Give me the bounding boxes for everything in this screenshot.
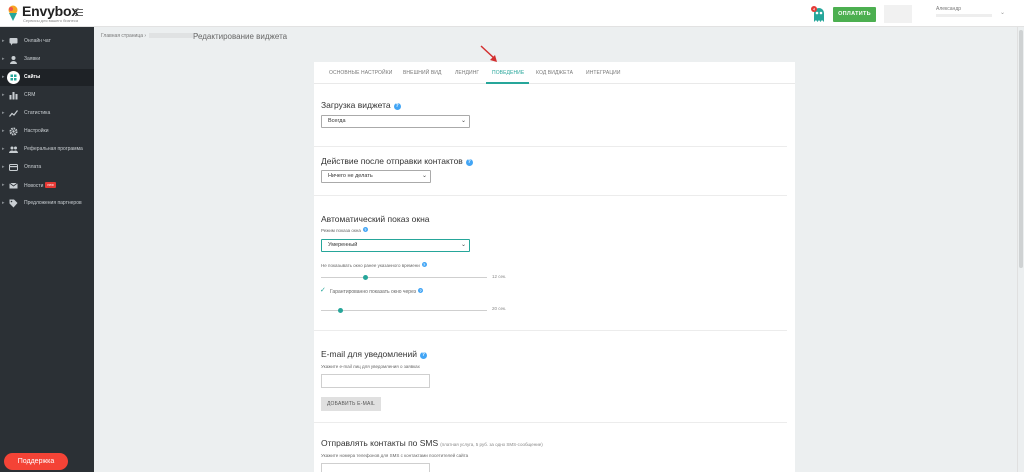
chevron-down-icon: ⌄ <box>460 118 466 124</box>
chart-icon <box>9 110 18 117</box>
new-badge: new <box>45 182 56 188</box>
guaranteed-label: Гарантированно показать окно через? <box>330 288 424 295</box>
sms-note: (платная услуга, 5 руб. за одно SMS-сооб… <box>440 442 543 447</box>
sms-phone-input[interactable] <box>321 463 430 472</box>
sidebar-item-sites[interactable]: ▸ Сайты <box>0 69 94 86</box>
grid-icon <box>7 71 20 84</box>
mode-label: Режим показа окна? <box>321 227 368 233</box>
section-title-auto-show: Автоматический показ окна <box>321 214 430 224</box>
email-input[interactable] <box>321 374 430 388</box>
sidebar-item-news-label: Новости <box>24 183 44 189</box>
support-button[interactable]: Поддержка <box>4 453 68 470</box>
breadcrumb-site[interactable] <box>149 33 194 39</box>
ice-cream-logo-icon <box>8 5 18 21</box>
add-email-button[interactable]: ДОБАВИТЬ E-MAIL <box>321 397 381 411</box>
breadcrumb-home[interactable]: Главная страница <box>101 33 143 39</box>
tab-bar: ОСНОВНЫЕ НАСТРОЙКИ ВНЕШНИЙ ВИД ЛЕНДИНГ П… <box>314 62 795 84</box>
min-time-slider-track[interactable] <box>321 277 487 278</box>
active-tab-indicator <box>486 82 529 84</box>
top-bar: Envybox Сервисы для вашего бизнеса 4 ОПЛ… <box>0 0 1024 27</box>
section-title-after-submit: Действие после отправки контактов? <box>321 156 473 166</box>
section-title-sms: Отправлять контакты по SMS (платная услуг… <box>321 438 543 448</box>
menu-toggle-icon[interactable] <box>75 9 83 17</box>
chevron-down-icon[interactable]: ⌄ <box>1000 9 1005 16</box>
page-title: Редактирование виджета <box>193 32 288 41</box>
scrollbar-thumb[interactable] <box>1019 30 1023 268</box>
user-email-placeholder <box>936 14 992 17</box>
sidebar-item-settings[interactable]: ▸ Настройки <box>0 123 94 140</box>
widget-load-select[interactable]: Всегда ⌄ <box>321 115 470 128</box>
sidebar-item-payment[interactable]: ▸ Оплата <box>0 159 94 176</box>
help-icon[interactable]: ? <box>419 352 427 359</box>
help-icon[interactable]: ? <box>465 159 473 166</box>
user-name[interactable]: Александр <box>936 6 961 12</box>
pay-button[interactable]: ОПЛАТИТЬ <box>833 7 876 22</box>
sidebar-item-news[interactable]: ▸ Новости new <box>0 177 94 194</box>
display-mode-select[interactable]: Умеренный ⌄ <box>321 239 470 252</box>
divider <box>314 195 787 196</box>
logo-tagline: Сервисы для вашего бизнеса <box>23 18 79 23</box>
tab-behavior[interactable]: ПОВЕДЕНИЕ <box>492 70 524 76</box>
sidebar-item-chat[interactable]: ▸ Онлайн чат <box>0 33 94 50</box>
tab-integrations[interactable]: ИНТЕГРАЦИИ <box>586 70 621 76</box>
min-time-label: Не показывать окно ранее указанного врем… <box>321 262 427 268</box>
after-submit-select[interactable]: Ничего не делать ⌄ <box>321 170 431 183</box>
breadcrumb: Главная страница › › <box>101 33 198 39</box>
red-arrow-annotation-icon <box>480 45 497 62</box>
ghost-mascot-icon[interactable]: 4 <box>810 5 828 23</box>
crm-icon <box>9 92 18 100</box>
tab-widget-code[interactable]: КОД ВИДЖЕТА <box>536 70 573 76</box>
help-icon[interactable]: ? <box>418 288 424 293</box>
tab-appearance[interactable]: ВНЕШНИЙ ВИД <box>403 70 441 76</box>
min-time-value: 12 сек. <box>492 274 507 279</box>
tab-landing[interactable]: ЛЕНДИНГ <box>455 70 479 76</box>
sidebar-item-referral[interactable]: ▸ Реферальная программа <box>0 141 94 158</box>
avatar[interactable] <box>884 5 912 23</box>
divider <box>314 146 787 147</box>
help-icon[interactable]: ? <box>362 227 368 232</box>
logo[interactable]: Envybox Сервисы для вашего бизнеса <box>7 3 79 25</box>
tag-icon <box>9 199 18 208</box>
chevron-down-icon: ⌄ <box>421 173 427 179</box>
gear-icon <box>9 127 18 136</box>
section-title-widget-load: Загрузка виджета? <box>321 100 401 110</box>
sidebar-item-partners[interactable]: ▸ Предложения партнеров <box>0 195 94 212</box>
sidebar: ▸ Онлайн чат ▸ Заявки ▸ Сайты ▸ CRM ▸ Ст… <box>0 27 94 472</box>
sidebar-item-requests[interactable]: ▸ Заявки <box>0 51 94 68</box>
people-icon <box>9 146 18 153</box>
guaranteed-value: 20 сек. <box>492 306 507 311</box>
logo-title: Envybox <box>22 3 79 19</box>
guaranteed-checkbox[interactable]: ✓ <box>320 286 326 294</box>
sidebar-item-statistics[interactable]: ▸ Статистика <box>0 105 94 122</box>
user-icon <box>10 56 17 64</box>
chevron-down-icon: ⌄ <box>460 242 466 248</box>
divider <box>314 330 787 331</box>
mail-icon <box>9 182 18 189</box>
sms-hint: Укажите номера телефонов для SMS с конта… <box>321 453 469 458</box>
section-title-email: E-mail для уведомлений? <box>321 349 427 359</box>
chat-icon <box>9 38 18 46</box>
divider <box>314 422 787 423</box>
email-hint: Укажите e-mail лиц для уведомления о зая… <box>321 364 420 369</box>
sidebar-item-crm[interactable]: ▸ CRM <box>0 87 94 104</box>
card-icon <box>9 164 18 171</box>
guaranteed-slider-track[interactable] <box>321 310 487 311</box>
help-icon[interactable]: ? <box>393 103 401 110</box>
tab-main-settings[interactable]: ОСНОВНЫЕ НАСТРОЙКИ <box>329 70 392 76</box>
help-icon[interactable]: ? <box>421 262 427 267</box>
